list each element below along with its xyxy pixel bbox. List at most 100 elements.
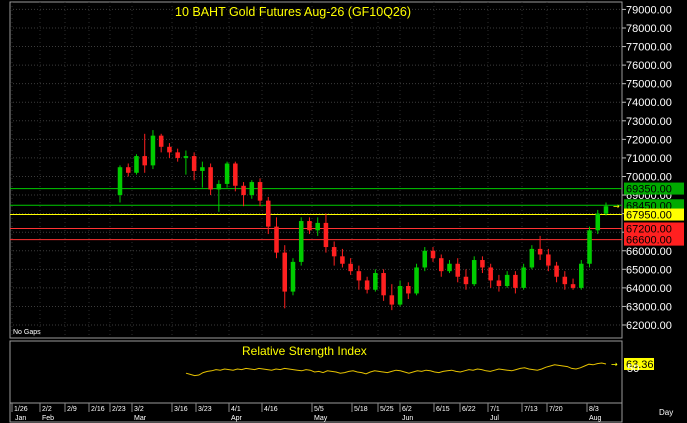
y-tick-label: 66000.00 [626, 246, 672, 258]
y-tick-label: 63000.00 [626, 301, 672, 313]
x-month-label: Jun [402, 415, 413, 422]
candle-body [183, 156, 189, 158]
y-tick-label: 65000.00 [626, 264, 672, 276]
rsi-last-arrow-icon: → [611, 360, 618, 369]
candle-body [562, 276, 568, 285]
x-week-label: 8/3 [589, 406, 599, 413]
candle-body [150, 135, 156, 166]
x-week-label: 5/5 [314, 406, 324, 413]
candle-body [595, 213, 601, 231]
candle-body [224, 163, 230, 184]
candle-body [274, 226, 279, 253]
x-week-label: 7/20 [549, 406, 563, 413]
candle-body [504, 274, 510, 287]
candle-body [257, 182, 263, 201]
candle-body [554, 265, 559, 277]
chart-svg: 79000.00 78000.00 77000.00 76000.00 75000.00… [9, 1, 684, 423]
candle-body [307, 221, 312, 231]
candle-body [191, 156, 197, 171]
candle-body [167, 146, 172, 153]
candle-body [356, 271, 362, 281]
y-tick-label: 62000.00 [626, 320, 672, 332]
level-labels: 69350.0068450.0067950.0067200.0066600.00… [613, 182, 684, 247]
candle-body [249, 182, 255, 196]
candle-body [570, 284, 576, 288]
x-week-label: 2/2 [42, 406, 52, 413]
candle-body [414, 267, 419, 294]
level-label: 69350.00 [626, 184, 672, 196]
x-month-label: Aug [589, 415, 602, 422]
y-tick-label: 76000.00 [626, 60, 672, 72]
x-week-label: 1/26 [14, 406, 28, 413]
level-label: 67950.00 [626, 210, 672, 222]
y-tick-label: 72000.00 [626, 134, 672, 146]
x-week-label: 5/25 [380, 406, 394, 413]
candle-body [447, 263, 452, 272]
candle-body [546, 254, 551, 266]
candle-body [241, 185, 246, 196]
candle-body [315, 222, 320, 231]
x-month-label: Feb [42, 415, 54, 422]
x-week-label: 5/18 [354, 406, 368, 413]
candle-body [348, 263, 353, 272]
y-tick-label: 64000.00 [626, 283, 672, 295]
candle-body [455, 263, 460, 277]
candle-body [290, 261, 296, 292]
candle-body [125, 167, 131, 173]
rsi-title: Relative Strength Index [242, 344, 367, 358]
x-week-label: 3/23 [198, 406, 212, 413]
chart-window: 79000.00 78000.00 77000.00 76000.00 75000.00… [0, 0, 687, 423]
x-month-label: Jan [15, 415, 26, 422]
y-tick-label: 78000.00 [626, 23, 672, 35]
candle-body [397, 286, 403, 305]
candle-body [488, 267, 493, 281]
candle-body [364, 280, 370, 290]
period-label: Day [659, 408, 673, 417]
x-week-label: 7/1 [490, 406, 500, 413]
candle-body [373, 273, 378, 290]
x-week-label: 6/2 [402, 406, 412, 413]
candle-body [513, 274, 518, 288]
y-tick-label: 73000.00 [626, 116, 672, 128]
y-tick-label: 77000.00 [626, 42, 672, 54]
price-axis: 79000.00 78000.00 77000.00 76000.00 75000.00… [622, 4, 672, 332]
candle-body [389, 295, 395, 305]
y-tick-label: 70000.00 [626, 171, 672, 183]
candle-body [323, 222, 329, 248]
candle-body [134, 156, 139, 173]
x-week-label: 7/13 [524, 406, 538, 413]
chart-title: 10 BAHT Gold Futures Aug-26 (GF10Q26) [175, 5, 411, 19]
x-month-label: Jul [490, 415, 499, 422]
candle-body [233, 163, 238, 186]
x-month-label: Apr [231, 415, 243, 422]
candle-body [587, 230, 592, 264]
candle-body [406, 286, 411, 294]
candle-body [331, 247, 337, 257]
candle-body [142, 156, 147, 166]
candle-body [496, 280, 502, 287]
y-tick-label: 79000.00 [626, 4, 672, 16]
candle-body [529, 248, 535, 268]
y-tick-label: 75000.00 [626, 79, 672, 91]
x-week-label: 6/22 [462, 406, 476, 413]
x-week-label: 2/9 [67, 406, 77, 413]
x-week-label: 2/23 [112, 406, 126, 413]
x-week-label: 2/16 [91, 406, 105, 413]
x-week-label: 3/16 [174, 406, 188, 413]
candle-body [175, 152, 180, 158]
candle-body [603, 206, 609, 214]
candle-body [521, 267, 526, 288]
no-gaps-note: No Gaps [13, 329, 41, 336]
candle-body [579, 263, 584, 288]
x-week-label: 6/15 [436, 406, 450, 413]
x-month-label: May [314, 415, 328, 422]
candle-body [537, 248, 543, 255]
x-week-label: 4/1 [231, 406, 241, 413]
candle-body [438, 258, 444, 272]
candle-body [340, 256, 345, 264]
candle-body [208, 167, 213, 190]
candle-body [381, 273, 386, 296]
x-week-label: 3/2 [134, 406, 144, 413]
candle-body [298, 221, 304, 262]
y-tick-label: 71000.00 [626, 153, 672, 165]
